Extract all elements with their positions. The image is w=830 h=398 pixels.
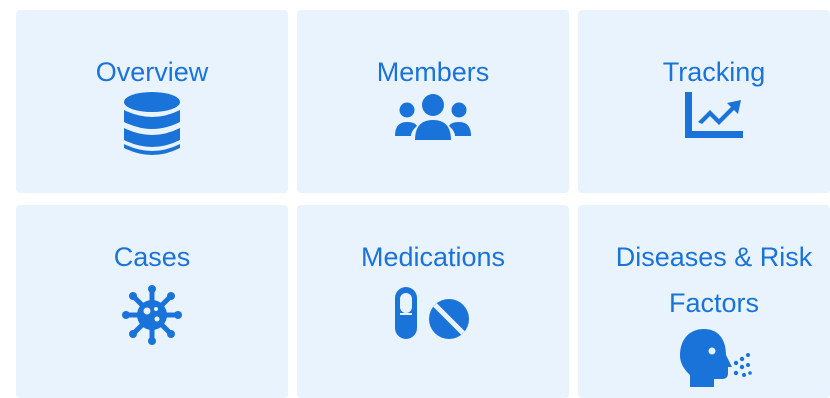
tile-diseases-risk-factors[interactable]: Diseases & Risk Factors: [578, 205, 830, 398]
head-side-cough-icon: [678, 327, 754, 389]
tile-diseases-label-line2: Factors: [668, 288, 760, 318]
tile-overview-label: Overview: [95, 57, 209, 87]
tile-medications[interactable]: Medications: [297, 205, 569, 398]
tile-cases-label: Cases: [113, 242, 191, 272]
tile-members-label: Members: [376, 57, 490, 87]
tile-diseases-label-line1: Diseases & Risk: [615, 242, 813, 272]
tile-overview[interactable]: Overview: [16, 10, 288, 193]
chart-line-icon: [683, 88, 745, 140]
tile-medications-label: Medications: [360, 242, 506, 272]
database-icon: [124, 92, 180, 158]
tile-tracking[interactable]: Tracking: [578, 10, 830, 193]
users-icon: [395, 94, 471, 142]
virus-icon: [122, 285, 182, 345]
pills-icon: [393, 285, 473, 341]
tile-cases[interactable]: Cases: [16, 205, 288, 398]
tile-members[interactable]: Members: [297, 10, 569, 193]
